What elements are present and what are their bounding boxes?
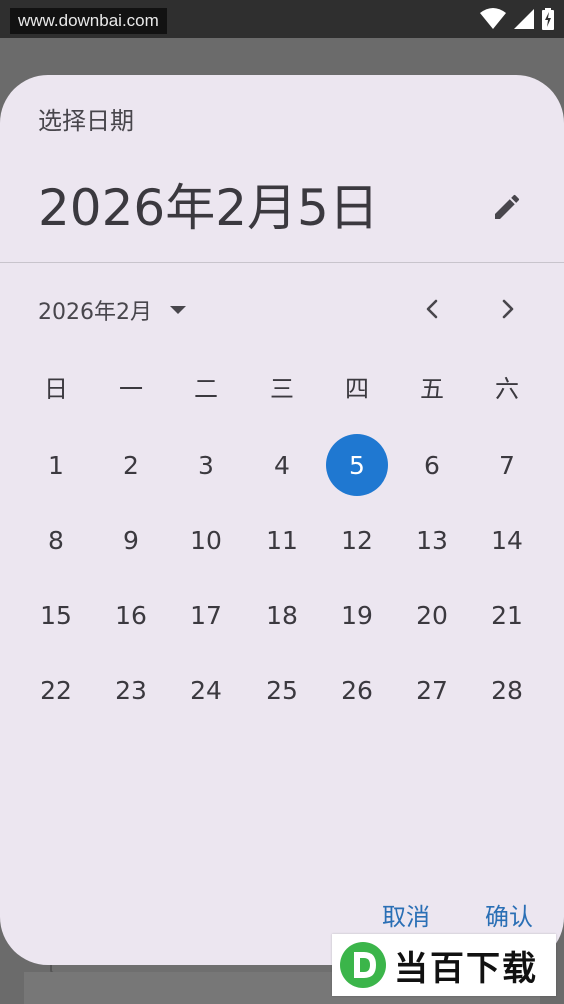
- day-cell[interactable]: 7: [476, 434, 538, 496]
- day-cell[interactable]: 6: [401, 434, 463, 496]
- confirm-button[interactable]: 确认: [485, 897, 533, 937]
- previous-month-button[interactable]: [410, 287, 454, 331]
- weekday-header: 二: [194, 375, 218, 403]
- day-cell[interactable]: 21: [476, 584, 538, 646]
- date-picker-dialog: 选择日期 2026年2月5日 2026年2月 日 一 二 三 四 五 六 1 2…: [0, 75, 564, 965]
- weekday-header: 六: [495, 375, 519, 403]
- day-cell[interactable]: 20: [401, 584, 463, 646]
- day-cell[interactable]: 27: [401, 659, 463, 721]
- day-cell[interactable]: 17: [175, 584, 237, 646]
- weekday-header: 三: [270, 375, 294, 403]
- day-cell[interactable]: 18: [251, 584, 313, 646]
- downbai-logo-mark: [340, 942, 386, 988]
- status-bar: www.downbai.com: [0, 0, 564, 38]
- day-cell[interactable]: 2: [100, 434, 162, 496]
- month-year-label: 2026年2月: [38, 300, 152, 325]
- pencil-icon[interactable]: [487, 187, 527, 227]
- day-cell[interactable]: 12: [326, 509, 388, 571]
- day-cell[interactable]: 13: [401, 509, 463, 571]
- cancel-button[interactable]: 取消: [382, 897, 430, 937]
- day-cell[interactable]: 22: [25, 659, 87, 721]
- dialog-title: 选择日期: [38, 107, 134, 135]
- selected-date-headline: 2026年2月5日: [38, 179, 379, 237]
- day-cell[interactable]: 19: [326, 584, 388, 646]
- day-cell[interactable]: 1: [25, 434, 87, 496]
- cellular-signal-icon: [514, 9, 534, 29]
- day-cell[interactable]: 28: [476, 659, 538, 721]
- day-cell[interactable]: 8: [25, 509, 87, 571]
- day-cell-selected[interactable]: 5: [326, 434, 388, 496]
- day-cell[interactable]: 3: [175, 434, 237, 496]
- header-divider: [0, 262, 564, 263]
- day-cell[interactable]: 11: [251, 509, 313, 571]
- day-cell[interactable]: 16: [100, 584, 162, 646]
- day-cell[interactable]: 25: [251, 659, 313, 721]
- watermark-text: www.downbai.com: [10, 8, 167, 34]
- downbai-logo-text: 当百下载: [394, 948, 538, 989]
- day-cell[interactable]: 9: [100, 509, 162, 571]
- wifi-icon: [480, 8, 506, 29]
- weekday-header: 日: [44, 375, 68, 403]
- day-cell[interactable]: 15: [25, 584, 87, 646]
- next-month-button[interactable]: [486, 287, 530, 331]
- weekday-header: 五: [420, 375, 444, 403]
- downbai-logo: 当百下载: [332, 934, 556, 996]
- day-cell[interactable]: 14: [476, 509, 538, 571]
- month-year-selector[interactable]: 2026年2月: [38, 288, 188, 332]
- day-cell[interactable]: 26: [326, 659, 388, 721]
- status-icons: [480, 6, 554, 32]
- caret-down-icon: [170, 306, 186, 314]
- weekday-header: 一: [119, 375, 143, 403]
- day-cell[interactable]: 10: [175, 509, 237, 571]
- chevron-left-icon: [426, 299, 438, 319]
- weekday-header: 四: [345, 375, 369, 403]
- chevron-right-icon: [502, 299, 514, 319]
- day-cell[interactable]: 24: [175, 659, 237, 721]
- battery-charging-icon: [542, 8, 554, 30]
- day-cell[interactable]: 4: [251, 434, 313, 496]
- day-cell[interactable]: 23: [100, 659, 162, 721]
